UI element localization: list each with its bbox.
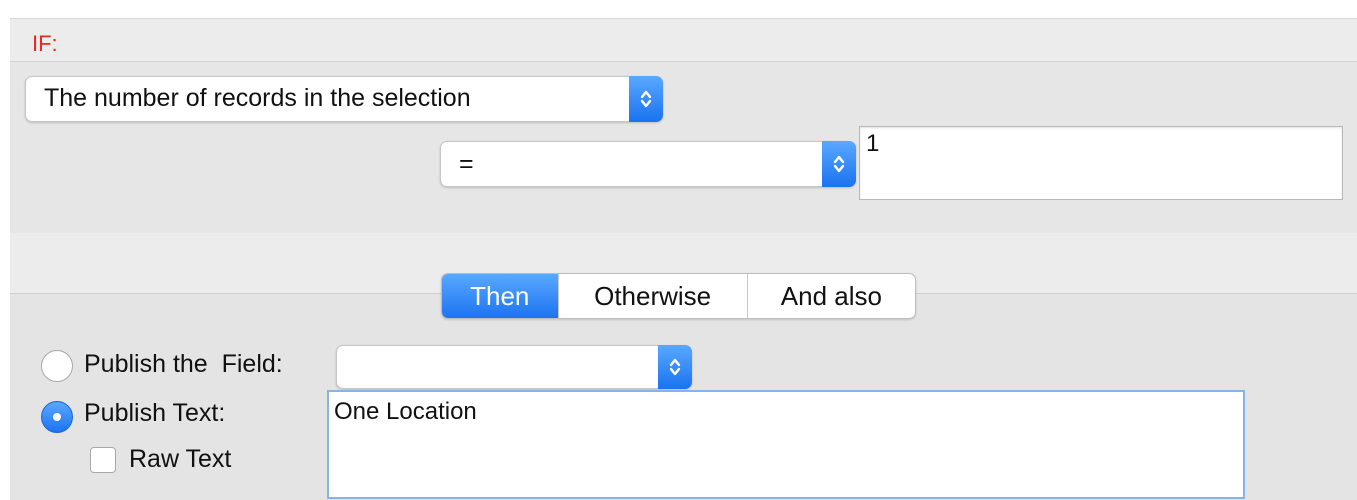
branch-tab-control: Then Otherwise And also — [441, 273, 916, 319]
condition-select[interactable]: The number of records in the selection — [25, 76, 663, 122]
publish-text-radio[interactable] — [41, 401, 73, 433]
tab-and-also[interactable]: And also — [748, 274, 915, 318]
tab-otherwise[interactable]: Otherwise — [559, 274, 748, 318]
publish-text-label: Publish Text: — [84, 399, 226, 427]
publish-text-value: One Location — [334, 398, 477, 425]
operator-select-value: = — [459, 150, 474, 178]
condition-select-value: The number of records in the selection — [44, 84, 471, 112]
publish-field-label: Publish the Field: — [84, 350, 283, 378]
raw-text-checkbox[interactable] — [90, 447, 116, 473]
publish-text-area[interactable]: One Location — [327, 390, 1245, 499]
raw-text-label: Raw Text — [129, 445, 232, 473]
updown-chevron-icon — [822, 141, 856, 187]
condition-value-text: 1 — [866, 130, 880, 157]
publish-field-radio[interactable] — [41, 350, 73, 382]
operator-select[interactable]: = — [440, 141, 856, 187]
tab-then[interactable]: Then — [442, 274, 559, 318]
publish-field-select[interactable] — [336, 345, 692, 389]
condition-value-field[interactable]: 1 — [859, 126, 1343, 200]
updown-chevron-icon — [658, 345, 692, 389]
if-label: IF: — [32, 31, 58, 56]
updown-chevron-icon — [629, 76, 663, 122]
if-header-bar: IF: — [10, 19, 1357, 62]
